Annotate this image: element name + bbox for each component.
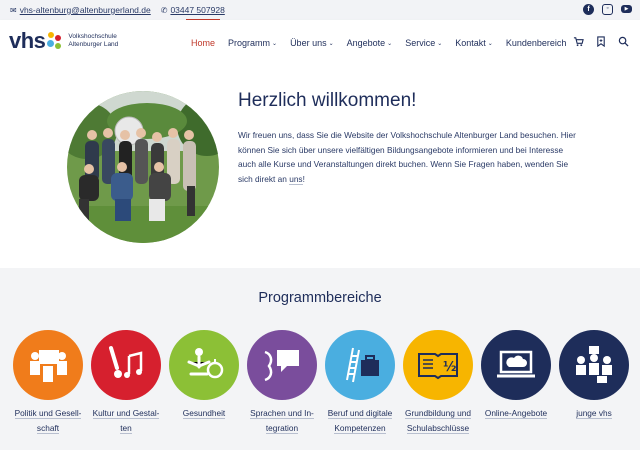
social-links: f ◦ ▶ bbox=[583, 4, 632, 15]
program-grundbildung[interactable]: ½ Grundbildung und Schulabschlüsse bbox=[399, 330, 477, 435]
search-icon[interactable] bbox=[618, 36, 629, 47]
contact-us-link[interactable]: uns bbox=[289, 173, 303, 185]
logo-line-1: Volkshochschule bbox=[68, 33, 117, 40]
phone-icon: ✆ bbox=[160, 5, 168, 15]
program-gesundheit[interactable]: Gesundheit bbox=[165, 330, 243, 421]
team-photo bbox=[67, 91, 219, 243]
brush-music-icon bbox=[91, 330, 161, 400]
chevron-down-icon: ⌄ bbox=[487, 41, 493, 47]
book-half-icon: ½ bbox=[403, 330, 473, 400]
chevron-down-icon: ⌄ bbox=[437, 41, 443, 47]
nav-item-service[interactable]: Service ⌄ bbox=[405, 38, 442, 48]
header-icons bbox=[573, 36, 629, 47]
programs-title: Programmbereiche bbox=[258, 290, 382, 306]
email-link[interactable]: ✉ vhs-altenburg@altenburgerland.de bbox=[10, 5, 151, 15]
welcome-text: Wir freuen uns, dass Sie die Website der… bbox=[238, 130, 576, 185]
instagram-icon[interactable]: ◦ bbox=[602, 4, 613, 15]
top-contact-bar: ✉ vhs-altenburg@altenburgerland.de ✆ 034… bbox=[0, 0, 640, 20]
nav-item-kontakt[interactable]: Kontakt ⌄ bbox=[455, 38, 493, 48]
phone-link[interactable]: ✆ 03447 507928 bbox=[161, 5, 225, 15]
nav-item-kundenbereich[interactable]: Kundenbereich bbox=[506, 38, 567, 48]
vhs-logo[interactable]: vhs Volkshochschule Altenburger Land bbox=[9, 30, 118, 52]
facebook-icon[interactable]: f bbox=[583, 4, 594, 15]
nav-item-programm[interactable]: Programm ⌄ bbox=[228, 38, 277, 48]
program-kultur[interactable]: Kultur und Gestal-ten bbox=[87, 330, 165, 435]
programs-section: Programmbereiche Politik und Gesell-scha… bbox=[0, 268, 640, 450]
main-header: vhs Volkshochschule Altenburger Land Hom… bbox=[0, 20, 640, 66]
logo-dots-icon bbox=[46, 31, 64, 51]
chevron-down-icon: ⌄ bbox=[387, 41, 393, 47]
youth-group-icon bbox=[559, 330, 629, 400]
program-sprachen[interactable]: Sprachen und In-tegration bbox=[243, 330, 321, 435]
nav-item-ueber-uns[interactable]: Über uns ⌄ bbox=[290, 38, 334, 48]
speech-bubble-icon bbox=[247, 330, 317, 400]
main-nav: Home Programm ⌄ Über uns ⌄ Angebote ⌄ Servi… bbox=[191, 38, 579, 48]
youtube-icon[interactable]: ▶ bbox=[621, 5, 632, 13]
people-board-icon bbox=[13, 330, 83, 400]
program-beruf[interactable]: Beruf und digitale Kompetenzen bbox=[321, 330, 399, 435]
nav-item-home[interactable]: Home bbox=[191, 38, 215, 48]
bookmark-icon[interactable] bbox=[596, 36, 606, 47]
ladder-briefcase-icon bbox=[325, 330, 395, 400]
program-politik[interactable]: Politik und Gesell-schaft bbox=[9, 330, 87, 435]
cart-icon[interactable] bbox=[573, 36, 584, 47]
svg-text:½: ½ bbox=[443, 360, 456, 375]
welcome-section: Herzlich willkommen! Wir freuen uns, das… bbox=[0, 66, 640, 268]
logo-line-2: Altenburger Land bbox=[68, 41, 119, 48]
welcome-title: Herzlich willkommen! bbox=[238, 90, 417, 111]
envelope-icon: ✉ bbox=[10, 5, 17, 15]
program-online[interactable]: Online-Angebote bbox=[477, 330, 555, 421]
chevron-down-icon: ⌄ bbox=[328, 41, 334, 47]
yoga-apple-icon bbox=[169, 330, 239, 400]
laptop-cloud-icon bbox=[481, 330, 551, 400]
chevron-down-icon: ⌄ bbox=[272, 41, 278, 47]
nav-item-angebote[interactable]: Angebote ⌄ bbox=[347, 38, 393, 48]
program-junge-vhs[interactable]: junge vhs bbox=[555, 330, 633, 421]
